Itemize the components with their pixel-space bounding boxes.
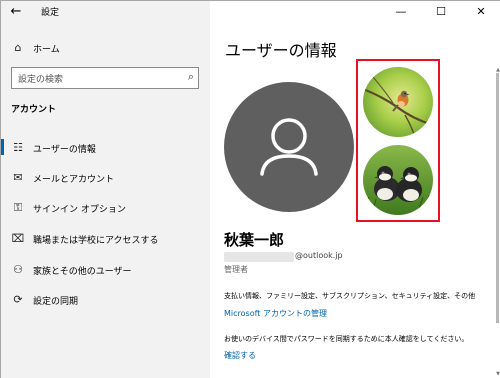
home-icon: ⌂ <box>14 41 22 54</box>
sync-icon: ⟳ <box>13 293 23 306</box>
manage-account-link[interactable]: Microsoft アカウントの管理 <box>224 308 327 319</box>
sidebar-item-home[interactable]: ⌂ ホーム <box>1 38 210 60</box>
page-title: ユーザーの情報 <box>225 41 337 60</box>
avatar-option-bird-photo[interactable] <box>363 67 433 137</box>
user-name: 秋葉一郎 <box>224 231 285 249</box>
minimize-icon[interactable]: — <box>381 1 421 23</box>
search-placeholder: 設定の検索 <box>18 75 64 85</box>
account-info-text: 支払い情報、ファミリー設定、サブスクリプション、セキュリティ設定、その他 <box>224 292 476 300</box>
sidebar-item-label: 設定の同期 <box>33 297 79 307</box>
sidebar-item-label: ユーザーの情報 <box>33 145 96 155</box>
section-heading-account: アカウント <box>11 105 57 115</box>
sidebar-item-your-info[interactable]: ☷ ユーザーの情報 <box>1 138 210 160</box>
sidebar-item-sync-settings[interactable]: ⟳ 設定の同期 <box>1 290 210 312</box>
sidebar-item-family-users[interactable]: ⚇ 家族とその他のユーザー <box>1 260 210 282</box>
email-redacted <box>224 252 294 262</box>
sidebar-item-email-accounts[interactable]: ✉ メールとアカウント <box>1 168 210 190</box>
close-icon[interactable]: ✕ <box>461 1 500 23</box>
sidebar: ← 設定 ⌂ ホーム 設定の検索 ⌕ アカウント ☷ ユーザーの情報 ✉ メール… <box>1 1 210 378</box>
sidebar-item-label: 職場または学校にアクセスする <box>33 236 159 246</box>
account-role: 管理者 <box>224 265 248 274</box>
bird-photo-image <box>363 67 433 137</box>
people-icon: ⚇ <box>13 263 23 276</box>
briefcase-icon: ⌧ <box>11 232 25 245</box>
person-silhouette-icon <box>260 118 318 176</box>
sidebar-item-sign-in-options[interactable]: ⚿ サインイン オプション <box>1 198 210 220</box>
search-icon[interactable]: ⌕ <box>188 70 194 84</box>
back-arrow-icon[interactable]: ← <box>7 3 25 21</box>
scroll-down-icon[interactable]: ▼ <box>496 371 500 377</box>
user-avatar <box>224 82 354 212</box>
scrollbar-thumb[interactable] <box>496 73 499 323</box>
window-title: 設定 <box>41 8 60 18</box>
key-icon: ⚿ <box>13 201 23 214</box>
verify-link[interactable]: 確認する <box>224 350 256 361</box>
sidebar-item-access-work[interactable]: ⌧ 職場または学校にアクセスする <box>1 229 210 251</box>
title-bar: ← 設定 <box>1 1 210 23</box>
main-content: — ☐ ✕ ユーザーの情報 秋葉一郎 @outlook.jp 管理者 支払い情報… <box>210 1 500 378</box>
sync-info-text: お使いのデバイス間でパスワードを同期するために本人確認をしてください。 <box>224 335 469 343</box>
sidebar-item-label: 家族とその他のユーザー <box>33 267 132 277</box>
person-card-icon: ☷ <box>13 141 23 154</box>
mail-icon: ✉ <box>13 171 23 184</box>
sidebar-item-label: メールとアカウント <box>33 175 115 185</box>
sidebar-item-label: サインイン オプション <box>33 205 126 215</box>
search-input[interactable]: 設定の検索 ⌕ <box>11 67 199 89</box>
settings-window: ← 設定 ⌂ ホーム 設定の検索 ⌕ アカウント ☷ ユーザーの情報 ✉ メール… <box>0 0 500 378</box>
ducklings-photo-image <box>363 145 433 215</box>
avatar-option-ducklings-photo[interactable] <box>363 145 433 215</box>
email-domain: @outlook.jp <box>295 251 343 260</box>
sidebar-item-label: ホーム <box>33 45 60 55</box>
scrollbar[interactable] <box>496 73 499 373</box>
maximize-icon[interactable]: ☐ <box>421 1 461 23</box>
